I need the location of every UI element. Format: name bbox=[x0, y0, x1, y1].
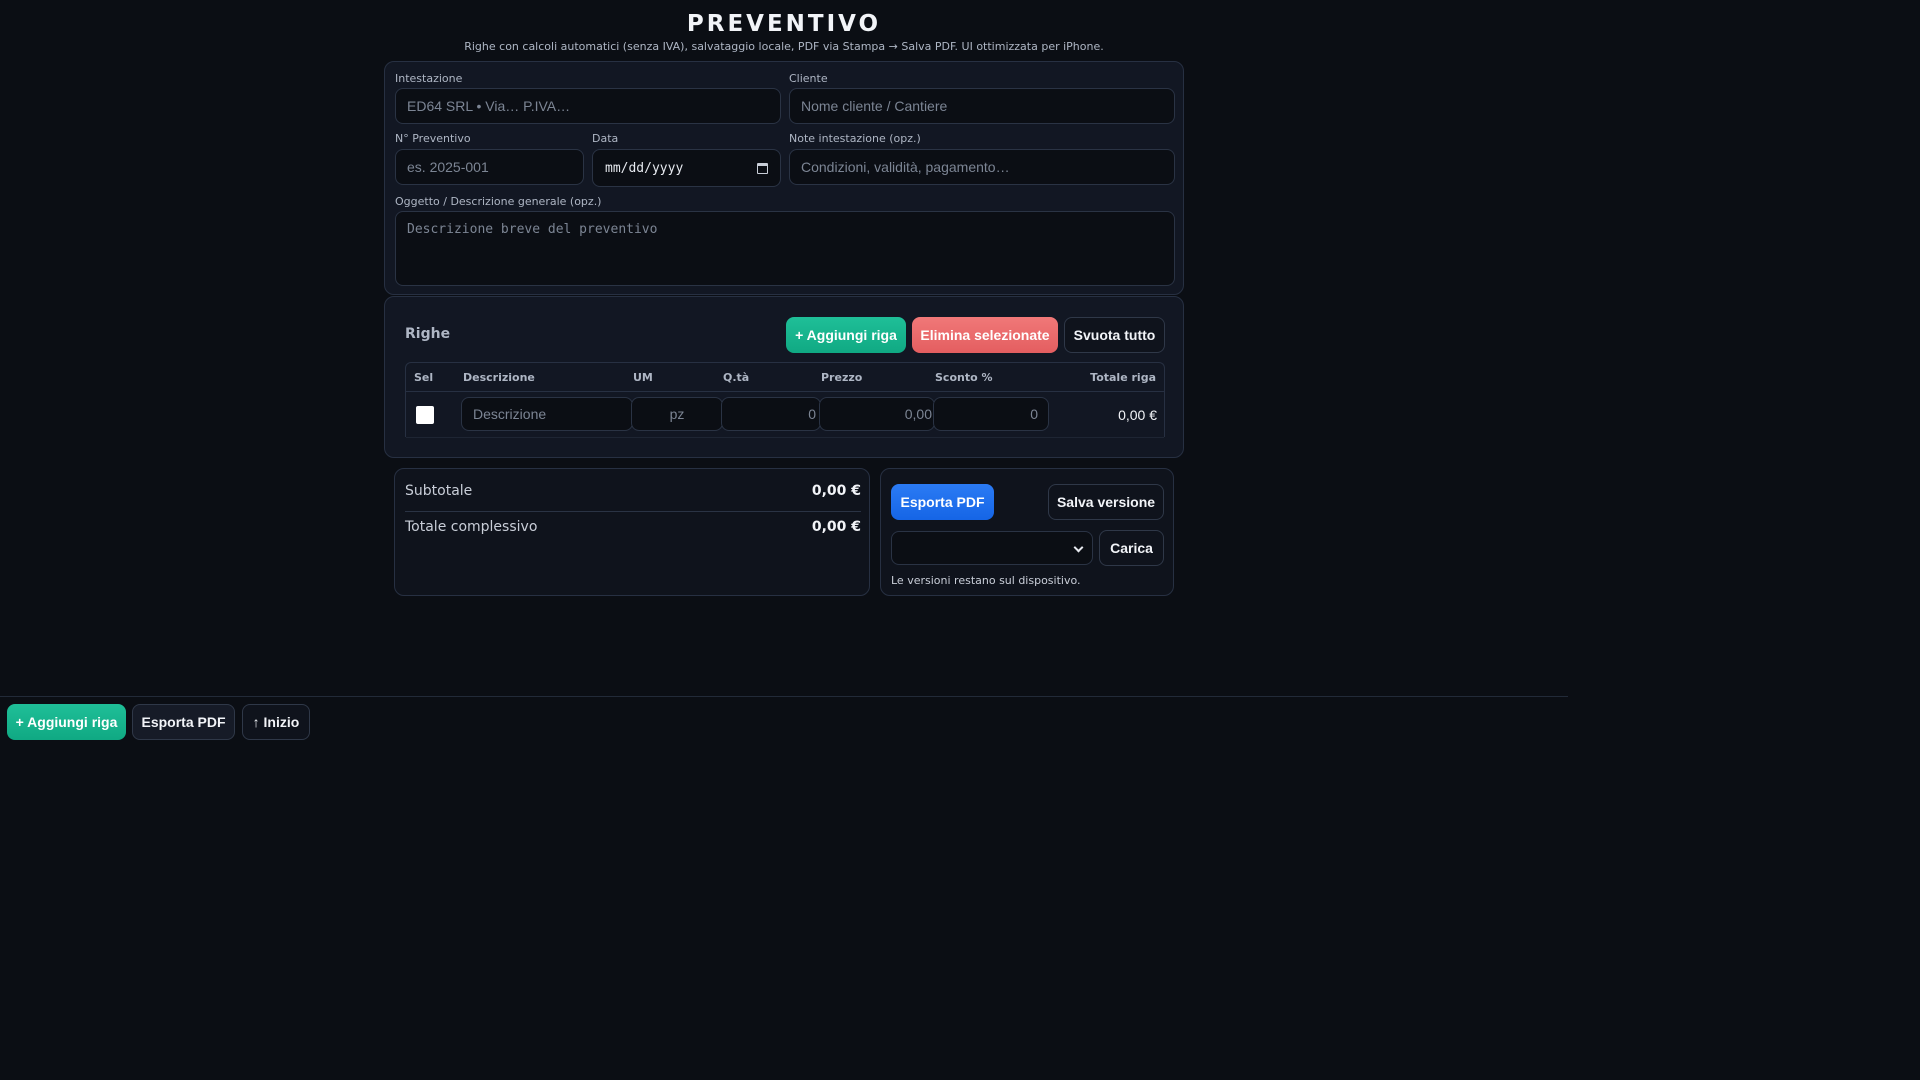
bottom-add-row-button[interactable]: + Aggiungi riga bbox=[7, 704, 126, 740]
calendar-icon[interactable] bbox=[757, 162, 768, 174]
col-descrizione: Descrizione bbox=[463, 371, 535, 384]
clear-all-button[interactable]: Svuota tutto bbox=[1064, 317, 1165, 353]
bottom-action-bar: + Aggiungi riga Esporta PDF ↑ Inizio bbox=[0, 696, 1568, 882]
header-form-card: Intestazione Cliente N° Preventivo Data … bbox=[384, 61, 1184, 295]
col-um: UM bbox=[633, 371, 653, 384]
add-row-button[interactable]: + Aggiungi riga bbox=[786, 317, 906, 353]
page-header: PREVENTIVO Righe con calcoli automatici … bbox=[0, 0, 1568, 54]
bottom-export-pdf-button[interactable]: Esporta PDF bbox=[132, 704, 235, 740]
chevron-down-icon bbox=[1073, 542, 1084, 553]
grand-total-value: 0,00 € bbox=[811, 519, 861, 535]
row-um-input[interactable] bbox=[631, 397, 723, 431]
export-pdf-button[interactable]: Esporta PDF bbox=[891, 484, 994, 520]
col-qta: Q.tà bbox=[723, 371, 750, 384]
date-value: mm/dd/yyyy bbox=[605, 160, 684, 176]
row-prezzo-input[interactable] bbox=[819, 397, 935, 431]
cliente-label: Cliente bbox=[789, 72, 828, 85]
page-title: PREVENTIVO bbox=[686, 11, 882, 37]
page-subtitle: Righe con calcoli automatici (senza IVA)… bbox=[464, 40, 1104, 53]
numero-input[interactable] bbox=[395, 149, 584, 185]
totals-card: Subtotale 0,00 € Totale complessivo 0,00… bbox=[394, 468, 870, 596]
row-sconto-input[interactable] bbox=[933, 397, 1049, 431]
grand-total-label: Totale complessivo bbox=[405, 519, 538, 535]
oggetto-label: Oggetto / Descrizione generale (opz.) bbox=[395, 195, 602, 208]
note-input[interactable] bbox=[789, 149, 1175, 185]
rows-table: Sel Descrizione UM Q.tà Prezzo Sconto % … bbox=[405, 362, 1165, 438]
row-descrizione-input[interactable] bbox=[461, 397, 633, 431]
row-total: 0,00 € bbox=[1118, 407, 1157, 423]
versions-card: Esporta PDF Salva versione Carica Le ver… bbox=[880, 468, 1174, 596]
rows-card: Righe + Aggiungi riga Elimina selezionat… bbox=[384, 296, 1184, 458]
cliente-input[interactable] bbox=[789, 88, 1175, 124]
col-sconto: Sconto % bbox=[935, 371, 993, 384]
subtotal-label: Subtotale bbox=[405, 483, 473, 499]
note-label: Note intestazione (opz.) bbox=[789, 132, 921, 145]
table-header: Sel Descrizione UM Q.tà Prezzo Sconto % … bbox=[406, 363, 1164, 392]
intestazione-label: Intestazione bbox=[395, 72, 463, 85]
totals-divider bbox=[405, 511, 861, 512]
col-totale: Totale riga bbox=[1090, 371, 1156, 384]
numero-label: N° Preventivo bbox=[395, 132, 471, 145]
col-sel: Sel bbox=[414, 371, 434, 384]
row-select-checkbox[interactable] bbox=[416, 406, 434, 424]
rows-section-title: Righe bbox=[405, 326, 451, 342]
row-qta-input[interactable] bbox=[721, 397, 821, 431]
grand-total-row: Totale complessivo 0,00 € bbox=[405, 519, 861, 535]
intestazione-input[interactable] bbox=[395, 88, 781, 124]
save-version-button[interactable]: Salva versione bbox=[1048, 484, 1164, 520]
subtotal-value: 0,00 € bbox=[811, 483, 861, 499]
subtotal-row: Subtotale 0,00 € bbox=[405, 483, 861, 499]
load-version-button[interactable]: Carica bbox=[1099, 530, 1164, 566]
date-input[interactable]: mm/dd/yyyy bbox=[592, 149, 781, 187]
col-prezzo: Prezzo bbox=[821, 371, 863, 384]
oggetto-textarea[interactable] bbox=[395, 211, 1175, 286]
row-divider bbox=[406, 437, 1164, 438]
data-label: Data bbox=[592, 132, 619, 145]
delete-selected-button[interactable]: Elimina selezionate bbox=[912, 317, 1058, 353]
scroll-top-button[interactable]: ↑ Inizio bbox=[242, 704, 310, 740]
versions-note: Le versioni restano sul dispositivo. bbox=[891, 574, 1081, 587]
version-select[interactable] bbox=[891, 531, 1093, 565]
